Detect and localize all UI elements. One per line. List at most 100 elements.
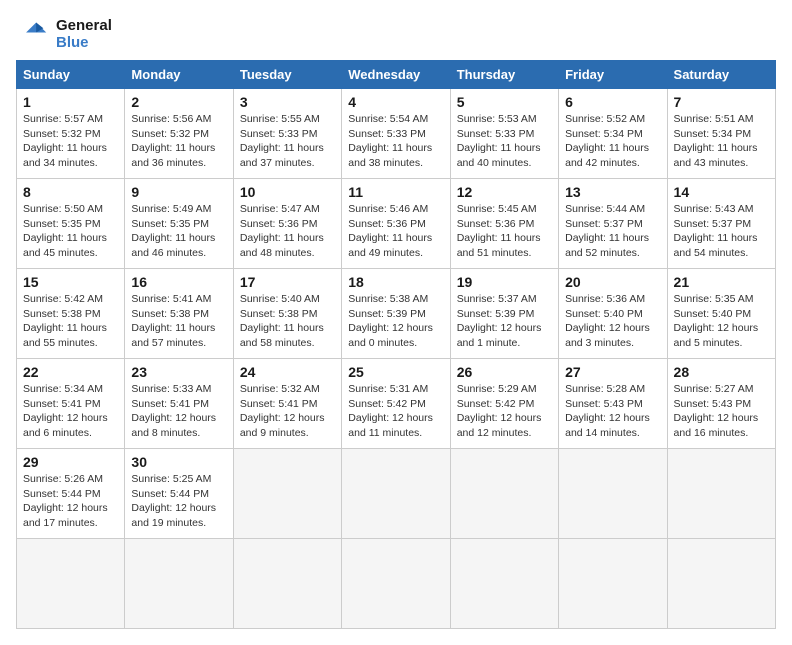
day-number: 22 bbox=[23, 364, 118, 380]
day-info: Sunrise: 5:45 AM Sunset: 5:36 PM Dayligh… bbox=[457, 202, 552, 261]
day-number: 18 bbox=[348, 274, 443, 290]
day-info: Sunrise: 5:49 AM Sunset: 5:35 PM Dayligh… bbox=[131, 202, 226, 261]
day-info: Sunrise: 5:26 AM Sunset: 5:44 PM Dayligh… bbox=[23, 472, 118, 531]
day-number: 27 bbox=[565, 364, 660, 380]
calendar-day-cell: 13Sunrise: 5:44 AM Sunset: 5:37 PM Dayli… bbox=[559, 179, 667, 269]
calendar-day-cell: 27 Sunrise: 5:28 AM Sunset: 5:43 PM Dayli… bbox=[559, 359, 667, 449]
calendar-day-cell: 20Sunrise: 5:36 AM Sunset: 5:40 PM Dayli… bbox=[559, 269, 667, 359]
calendar-day-cell: 26Sunrise: 5:29 AM Sunset: 5:42 PM Dayli… bbox=[450, 359, 558, 449]
calendar-day-cell bbox=[233, 539, 341, 629]
calendar-week-row: 1 Sunrise: 5:57 AM Sunset: 5:32 PM Daylig… bbox=[17, 89, 776, 179]
calendar-day-cell: 24 Sunrise: 5:32 AM Sunset: 5:41 PM Dayli… bbox=[233, 359, 341, 449]
calendar-day-cell: 7 Sunrise: 5:51 AM Sunset: 5:34 PM Daylig… bbox=[667, 89, 775, 179]
calendar-day-cell: 19 Sunrise: 5:37 AM Sunset: 5:39 PM Dayli… bbox=[450, 269, 558, 359]
page-header: General Blue bbox=[16, 16, 776, 52]
day-info: Sunrise: 5:37 AM Sunset: 5:39 PM Dayligh… bbox=[457, 292, 552, 351]
calendar-day-cell: 18Sunrise: 5:38 AM Sunset: 5:39 PM Dayli… bbox=[342, 269, 450, 359]
day-info: Sunrise: 5:31 AM Sunset: 5:42 PM Dayligh… bbox=[348, 382, 443, 441]
calendar-day-cell: 25 Sunrise: 5:31 AM Sunset: 5:42 PM Dayli… bbox=[342, 359, 450, 449]
day-info: Sunrise: 5:41 AM Sunset: 5:38 PM Dayligh… bbox=[131, 292, 226, 351]
day-number: 10 bbox=[240, 184, 335, 200]
day-number: 1 bbox=[23, 94, 118, 110]
day-number: 26 bbox=[457, 364, 552, 380]
day-info: Sunrise: 5:42 AM Sunset: 5:38 PM Dayligh… bbox=[23, 292, 118, 351]
day-info: Sunrise: 5:28 AM Sunset: 5:43 PM Dayligh… bbox=[565, 382, 660, 441]
calendar-week-row: 29 Sunrise: 5:26 AM Sunset: 5:44 PM Dayli… bbox=[17, 449, 776, 539]
day-info: Sunrise: 5:25 AM Sunset: 5:44 PM Dayligh… bbox=[131, 472, 226, 531]
day-info: Sunrise: 5:46 AM Sunset: 5:36 PM Dayligh… bbox=[348, 202, 443, 261]
calendar-week-row: 8Sunrise: 5:50 AM Sunset: 5:35 PM Daylig… bbox=[17, 179, 776, 269]
calendar-day-cell bbox=[17, 539, 125, 629]
day-number: 15 bbox=[23, 274, 118, 290]
calendar-week-row: 15 Sunrise: 5:42 AM Sunset: 5:38 PM Dayli… bbox=[17, 269, 776, 359]
calendar-day-cell bbox=[450, 449, 558, 539]
logo: General Blue bbox=[16, 16, 112, 52]
day-number: 3 bbox=[240, 94, 335, 110]
calendar-table: SundayMondayTuesdayWednesdayThursdayFrid… bbox=[16, 60, 776, 629]
day-info: Sunrise: 5:52 AM Sunset: 5:34 PM Dayligh… bbox=[565, 112, 660, 171]
calendar-day-cell: 28 Sunrise: 5:27 AM Sunset: 5:43 PM Dayli… bbox=[667, 359, 775, 449]
calendar-week-row bbox=[17, 539, 776, 629]
day-info: Sunrise: 5:55 AM Sunset: 5:33 PM Dayligh… bbox=[240, 112, 335, 171]
calendar-day-cell: 15 Sunrise: 5:42 AM Sunset: 5:38 PM Dayli… bbox=[17, 269, 125, 359]
day-info: Sunrise: 5:50 AM Sunset: 5:35 PM Dayligh… bbox=[23, 202, 118, 261]
weekday-header-wednesday: Wednesday bbox=[342, 61, 450, 89]
day-number: 12 bbox=[457, 184, 552, 200]
calendar-day-cell: 9 Sunrise: 5:49 AM Sunset: 5:35 PM Daylig… bbox=[125, 179, 233, 269]
day-info: Sunrise: 5:27 AM Sunset: 5:43 PM Dayligh… bbox=[674, 382, 769, 441]
weekday-header-row: SundayMondayTuesdayWednesdayThursdayFrid… bbox=[17, 61, 776, 89]
calendar-day-cell bbox=[667, 449, 775, 539]
day-number: 19 bbox=[457, 274, 552, 290]
calendar-day-cell bbox=[559, 449, 667, 539]
day-info: Sunrise: 5:34 AM Sunset: 5:41 PM Dayligh… bbox=[23, 382, 118, 441]
calendar-day-cell: 10 Sunrise: 5:47 AM Sunset: 5:36 PM Dayli… bbox=[233, 179, 341, 269]
calendar-week-row: 22 Sunrise: 5:34 AM Sunset: 5:41 PM Dayli… bbox=[17, 359, 776, 449]
calendar-day-cell: 23 Sunrise: 5:33 AM Sunset: 5:41 PM Dayli… bbox=[125, 359, 233, 449]
weekday-header-tuesday: Tuesday bbox=[233, 61, 341, 89]
calendar-day-cell bbox=[125, 539, 233, 629]
day-number: 14 bbox=[674, 184, 769, 200]
logo-wordmark: General Blue bbox=[56, 17, 112, 52]
day-number: 17 bbox=[240, 274, 335, 290]
day-info: Sunrise: 5:51 AM Sunset: 5:34 PM Dayligh… bbox=[674, 112, 769, 171]
calendar-day-cell: 3 Sunrise: 5:55 AM Sunset: 5:33 PM Daylig… bbox=[233, 89, 341, 179]
calendar-day-cell: 17 Sunrise: 5:40 AM Sunset: 5:38 PM Dayli… bbox=[233, 269, 341, 359]
calendar-day-cell: 6 Sunrise: 5:52 AM Sunset: 5:34 PM Daylig… bbox=[559, 89, 667, 179]
day-number: 30 bbox=[131, 454, 226, 470]
day-info: Sunrise: 5:54 AM Sunset: 5:33 PM Dayligh… bbox=[348, 112, 443, 171]
calendar-day-cell: 22 Sunrise: 5:34 AM Sunset: 5:41 PM Dayli… bbox=[17, 359, 125, 449]
weekday-header-monday: Monday bbox=[125, 61, 233, 89]
day-number: 5 bbox=[457, 94, 552, 110]
day-number: 29 bbox=[23, 454, 118, 470]
day-info: Sunrise: 5:47 AM Sunset: 5:36 PM Dayligh… bbox=[240, 202, 335, 261]
day-info: Sunrise: 5:56 AM Sunset: 5:32 PM Dayligh… bbox=[131, 112, 226, 171]
day-info: Sunrise: 5:32 AM Sunset: 5:41 PM Dayligh… bbox=[240, 382, 335, 441]
day-info: Sunrise: 5:53 AM Sunset: 5:33 PM Dayligh… bbox=[457, 112, 552, 171]
day-info: Sunrise: 5:33 AM Sunset: 5:41 PM Dayligh… bbox=[131, 382, 226, 441]
day-number: 2 bbox=[131, 94, 226, 110]
weekday-header-thursday: Thursday bbox=[450, 61, 558, 89]
day-info: Sunrise: 5:57 AM Sunset: 5:32 PM Dayligh… bbox=[23, 112, 118, 171]
calendar-day-cell: 30 Sunrise: 5:25 AM Sunset: 5:44 PM Dayli… bbox=[125, 449, 233, 539]
day-number: 13 bbox=[565, 184, 660, 200]
calendar-day-cell: 4Sunrise: 5:54 AM Sunset: 5:33 PM Daylig… bbox=[342, 89, 450, 179]
day-number: 6 bbox=[565, 94, 660, 110]
day-info: Sunrise: 5:43 AM Sunset: 5:37 PM Dayligh… bbox=[674, 202, 769, 261]
logo-bird-icon bbox=[16, 16, 52, 52]
day-number: 28 bbox=[674, 364, 769, 380]
calendar-day-cell: 2 Sunrise: 5:56 AM Sunset: 5:32 PM Daylig… bbox=[125, 89, 233, 179]
calendar-day-cell: 8Sunrise: 5:50 AM Sunset: 5:35 PM Daylig… bbox=[17, 179, 125, 269]
day-number: 21 bbox=[674, 274, 769, 290]
day-number: 7 bbox=[674, 94, 769, 110]
calendar-day-cell: 12 Sunrise: 5:45 AM Sunset: 5:36 PM Dayli… bbox=[450, 179, 558, 269]
day-number: 16 bbox=[131, 274, 226, 290]
day-number: 9 bbox=[131, 184, 226, 200]
weekday-header-saturday: Saturday bbox=[667, 61, 775, 89]
day-number: 24 bbox=[240, 364, 335, 380]
day-number: 23 bbox=[131, 364, 226, 380]
day-info: Sunrise: 5:40 AM Sunset: 5:38 PM Dayligh… bbox=[240, 292, 335, 351]
day-number: 25 bbox=[348, 364, 443, 380]
calendar-day-cell: 14 Sunrise: 5:43 AM Sunset: 5:37 PM Dayli… bbox=[667, 179, 775, 269]
day-info: Sunrise: 5:35 AM Sunset: 5:40 PM Dayligh… bbox=[674, 292, 769, 351]
calendar-day-cell bbox=[342, 539, 450, 629]
